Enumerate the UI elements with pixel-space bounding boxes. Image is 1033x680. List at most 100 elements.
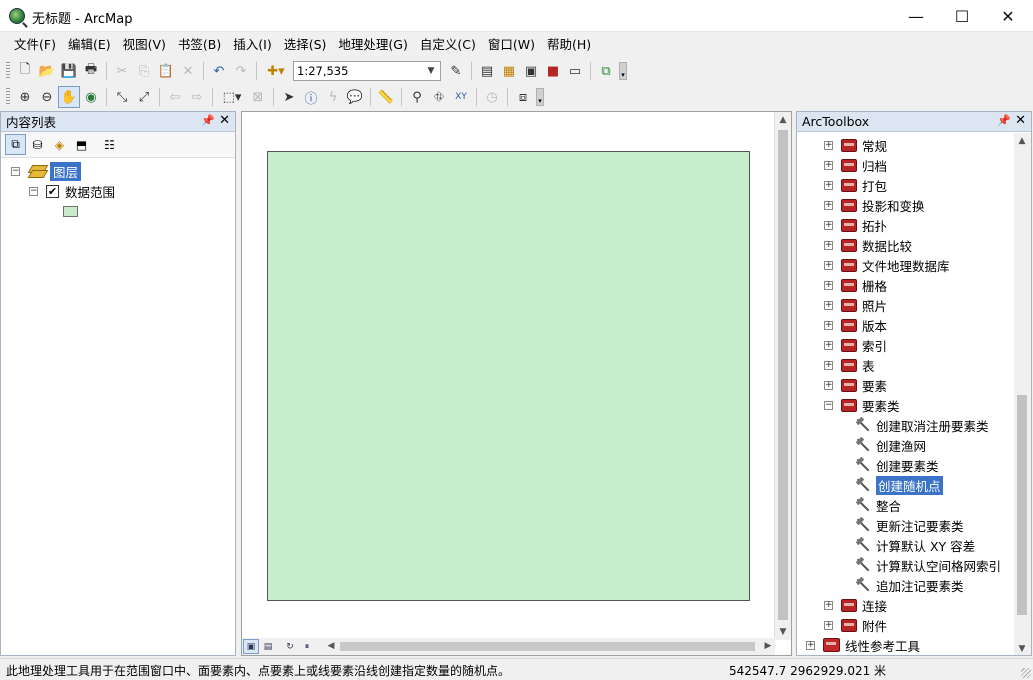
new-document-icon[interactable]: 🗋 — [14, 60, 36, 82]
toolbox-item-label[interactable]: 投影和变换 — [862, 196, 925, 215]
toolbox-item-label[interactable]: 常规 — [862, 136, 887, 155]
redo-icon[interactable]: ↷ — [230, 60, 252, 82]
toolbar-options-icon[interactable]: ▾ — [619, 62, 627, 80]
zoom-in-icon[interactable]: ⊕ — [14, 86, 36, 108]
toolbox-tool-row[interactable]: 计算默认空间格网索引 — [855, 555, 1001, 575]
expand-icon[interactable]: + — [824, 140, 833, 150]
full-extent-globe-icon[interactable]: ◉ — [80, 86, 102, 108]
refresh-icon[interactable]: ↻ — [282, 639, 298, 654]
toolbox-item-label[interactable]: 创建要素类 — [876, 456, 939, 475]
menu-selection[interactable]: 选择(S) — [278, 34, 333, 56]
menu-file[interactable]: 文件(F) — [8, 34, 62, 56]
expand-icon[interactable]: + — [824, 180, 833, 190]
find-route-icon[interactable]: ⛗ — [428, 86, 450, 108]
editor-toolbar-icon[interactable]: ✎ — [445, 60, 467, 82]
toolbox-item-label[interactable]: 文件地理数据库 — [862, 256, 950, 275]
menu-windows[interactable]: 窗口(W) — [482, 34, 541, 56]
toolset-row[interactable]: + 打包 — [824, 175, 887, 195]
layout-view-icon[interactable]: ▤ — [260, 639, 276, 654]
create-viewer-window-icon[interactable]: ⧈ — [512, 86, 534, 108]
expand-icon[interactable]: + — [824, 200, 833, 210]
expand-icon[interactable]: + — [824, 160, 833, 170]
toolbar-grip[interactable] — [6, 62, 10, 80]
scroll-down-icon[interactable]: ▼ — [1014, 641, 1030, 655]
expand-icon[interactable]: + — [824, 380, 833, 390]
forward-arrow-icon[interactable]: ⇨ — [186, 86, 208, 108]
toolbox-item-label[interactable]: 附件 — [862, 616, 887, 635]
menu-edit[interactable]: 编辑(E) — [62, 34, 117, 56]
expand-icon[interactable]: + — [824, 280, 833, 290]
find-binoculars-icon[interactable]: ⚲ — [406, 86, 428, 108]
toolbar-options-icon[interactable]: ▾ — [536, 88, 544, 106]
scrollbar-thumb[interactable] — [1017, 395, 1027, 615]
identify-icon[interactable]: ⓘ — [300, 86, 322, 108]
toolset-row[interactable]: + 索引 — [824, 335, 887, 355]
table-of-contents-icon[interactable]: ▤ — [476, 60, 498, 82]
toolset-row[interactable]: + 常规 — [824, 135, 887, 155]
scroll-up-icon[interactable]: ▲ — [775, 112, 791, 128]
expand-icon[interactable]: + — [824, 340, 833, 350]
toolbox-tool-row[interactable]: 创建取消注册要素类 — [855, 415, 989, 435]
scroll-right-icon[interactable]: ▶ — [761, 638, 775, 654]
catalog-window-icon[interactable]: ▦ — [498, 60, 520, 82]
menu-customize[interactable]: 自定义(C) — [414, 34, 482, 56]
toolbox-item-label[interactable]: 整合 — [876, 496, 901, 515]
expand-icon[interactable]: + — [824, 240, 833, 250]
layer-label[interactable]: 数据范围 — [65, 182, 115, 201]
fixed-zoom-in-icon[interactable]: ⤡ — [111, 86, 133, 108]
zoom-out-icon[interactable]: ⊖ — [36, 86, 58, 108]
toolset-row[interactable]: + 拓扑 — [824, 215, 887, 235]
chevron-down-icon[interactable]: ▼ — [424, 64, 438, 78]
scrollbar-thumb[interactable] — [340, 642, 755, 651]
toolset-row[interactable]: + 表 — [824, 355, 875, 375]
toolbox-item-label[interactable]: 栅格 — [862, 276, 887, 295]
toolbox-item-label[interactable]: 要素 — [862, 376, 887, 395]
map-vertical-scrollbar[interactable]: ▲ ▼ — [774, 112, 791, 640]
pin-icon[interactable]: 📌 — [201, 114, 215, 127]
collapse-icon[interactable]: − — [29, 186, 38, 196]
toolset-row[interactable]: + 版本 — [824, 315, 887, 335]
toolset-row[interactable]: + 归档 — [824, 155, 887, 175]
copy-icon[interactable]: ⎘ — [133, 60, 155, 82]
resize-grip[interactable] — [1021, 668, 1031, 678]
expand-icon[interactable]: + — [824, 320, 833, 330]
toolbox-item-label[interactable]: 数据比较 — [862, 236, 912, 255]
expand-icon[interactable]: + — [806, 640, 815, 650]
toolbox-row[interactable]: + 线性参考工具 — [806, 635, 920, 655]
search-window-icon[interactable]: ▣ — [520, 60, 542, 82]
toolbox-tool-row[interactable]: 更新注记要素类 — [855, 515, 964, 535]
toolset-row[interactable]: − 要素类 — [824, 395, 900, 415]
data-view-icon[interactable]: ▣ — [243, 639, 259, 654]
minimize-button[interactable]: — — [893, 0, 939, 32]
toolset-row[interactable]: + 投影和变换 — [824, 195, 925, 215]
list-by-selection-icon[interactable]: ⬒ — [71, 134, 92, 155]
maximize-button[interactable]: ☐ — [939, 0, 985, 32]
toolbox-item-label[interactable]: 连接 — [862, 596, 887, 615]
hyperlink-lightning-icon[interactable]: ϟ — [322, 86, 344, 108]
pin-icon[interactable]: 📌 — [997, 114, 1011, 127]
toolbox-item-label[interactable]: 版本 — [862, 316, 887, 335]
paste-icon[interactable]: 📋 — [155, 60, 177, 82]
toolbar-grip[interactable] — [6, 88, 10, 106]
fixed-zoom-out-icon[interactable]: ⤢ — [133, 86, 155, 108]
toolbox-item-label[interactable]: 更新注记要素类 — [876, 516, 964, 535]
map-horizontal-scrollbar[interactable]: ◀ ▶ — [324, 638, 775, 655]
close-window-button[interactable]: ✕ — [985, 0, 1031, 32]
delete-icon[interactable]: ✕ — [177, 60, 199, 82]
measure-ruler-icon[interactable]: 📏 — [375, 86, 397, 108]
close-icon[interactable]: ✕ — [1015, 113, 1026, 128]
options-icon[interactable]: ☷ — [99, 134, 120, 155]
collapse-icon[interactable]: − — [824, 400, 833, 410]
toolset-row[interactable]: + 照片 — [824, 295, 887, 315]
menu-view[interactable]: 视图(V) — [117, 34, 172, 56]
close-icon[interactable]: ✕ — [219, 113, 230, 128]
expand-icon[interactable]: + — [824, 300, 833, 310]
map-view[interactable]: ▲ ▼ ▣ ▤ ↻ ⏸ ◀ ▶ — [241, 111, 792, 656]
arctoolbox-icon[interactable]: ■ — [542, 60, 564, 82]
scroll-down-icon[interactable]: ▼ — [775, 624, 791, 640]
toolbox-item-label[interactable]: 创建随机点 — [875, 474, 944, 496]
toolbox-item-label[interactable]: 线性参考工具 — [845, 636, 920, 655]
toolbox-tool-row[interactable]: 创建随机点 — [855, 474, 944, 496]
layer-row[interactable]: − ✔ 数据范围 — [29, 182, 115, 200]
menu-geoprocessing[interactable]: 地理处理(G) — [332, 34, 413, 56]
